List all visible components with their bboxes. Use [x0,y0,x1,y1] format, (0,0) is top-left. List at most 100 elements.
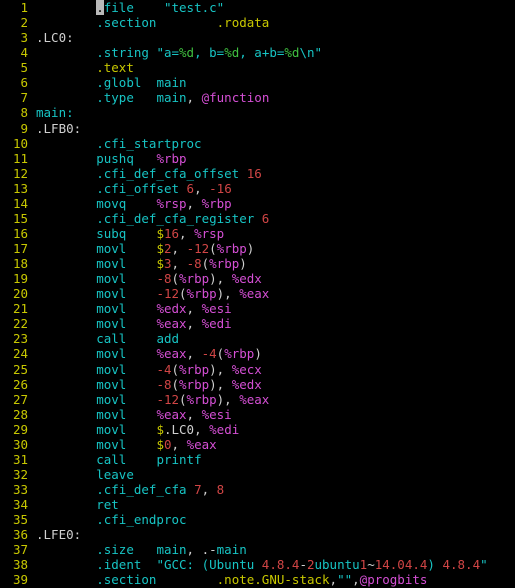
code-line-text[interactable]: .section .rodata [36,15,515,30]
code-token: .LFE0: [36,527,82,543]
code-line-text[interactable]: movq %rsp, %rbp [36,196,515,211]
code-line-text[interactable]: movl -4(%rbp), %ecx [36,362,515,377]
code-line-text[interactable]: .cfi_endproc [36,512,515,527]
code-line-text[interactable]: pushq %rbp [36,151,515,166]
gutter-gap [28,60,36,75]
code-line[interactable]: 27 movl -12(%rbp), %eax [0,392,515,407]
code-line[interactable]: 18 movl $3, -8(%rbp) [0,256,515,271]
code-line-text[interactable]: .cfi_def_cfa_register 6 [36,211,515,226]
code-line-text[interactable]: .globl main [36,75,515,90]
code-line[interactable]: 10 .cfi_startproc [0,136,515,151]
code-line[interactable]: 31 call printf [0,452,515,467]
code-line-text[interactable]: .LFE0: [36,527,515,542]
code-line[interactable]: 8 main: [0,105,515,120]
code-line[interactable]: 17 movl $2, -12(%rbp) [0,241,515,256]
code-line[interactable]: 11 pushq %rbp [0,151,515,166]
code-line-text[interactable]: movl -12(%rbp), %eax [36,286,515,301]
code-line-text[interactable]: movl %eax, %edi [36,316,515,331]
code-line-text[interactable]: movl %edx, %esi [36,301,515,316]
code-line[interactable]: 39 .section .note.GNU-stack,"",@progbits [0,572,515,587]
code-line-text[interactable]: .cfi_startproc [36,136,515,151]
code-line[interactable]: 36 .LFE0: [0,527,515,542]
code-line-text[interactable]: movl %eax, %esi [36,407,515,422]
code-line-text[interactable]: main: [36,105,515,120]
code-line-text[interactable]: movl -8(%rbp), %edx [36,271,515,286]
code-token: main: [36,105,74,121]
code-line-text[interactable]: movl $0, %eax [36,437,515,452]
code-line-text[interactable]: movl %eax, -4(%rbp) [36,346,515,361]
code-line[interactable]: 23 call add [0,331,515,346]
code-line-text[interactable]: .file "test.c" [36,0,515,15]
code-line[interactable]: 21 movl %edx, %esi [0,301,515,316]
code-line[interactable]: 7 .type main, @function [0,90,515,105]
code-line-text[interactable]: .LFB0: [36,121,515,136]
code-listing[interactable]: 1 .file "test.c" 2 .section .rodata 3 .LC0… [0,0,515,587]
code-line[interactable]: 38 .ident "GCC: (Ubuntu 4.8.4-2ubuntu1~1… [0,557,515,572]
code-line-text[interactable]: subq $16, %rsp [36,226,515,241]
code-token: .cfi_endproc [96,512,187,528]
code-line-text[interactable]: movl -12(%rbp), %eax [36,392,515,407]
code-line[interactable]: 2 .section .rodata [0,15,515,30]
code-line-text[interactable]: movl $3, -8(%rbp) [36,256,515,271]
code-token: , [171,241,187,256]
code-line[interactable]: 37 .size main, .-main [0,542,515,557]
code-line[interactable]: 4 .string "a=%d, b=%d, a+b=%d\n" [0,45,515,60]
code-line[interactable]: 20 movl -12(%rbp), %eax [0,286,515,301]
code-line[interactable]: 3 .LC0: [0,30,515,45]
code-line[interactable]: 24 movl %eax, -4(%rbp) [0,346,515,361]
code-line-text[interactable]: .section .note.GNU-stack,"",@progbits [36,572,515,587]
code-line-text[interactable]: ret [36,497,515,512]
code-token: ( [179,391,187,407]
code-line[interactable]: 1 .file "test.c" [0,0,515,15]
code-line[interactable]: 15 .cfi_def_cfa_register 6 [0,211,515,226]
code-line-text[interactable]: .type main, @function [36,90,515,105]
code-line[interactable]: 28 movl %eax, %esi [0,407,515,422]
code-line-text[interactable]: .cfi_def_cfa 7, 8 [36,482,515,497]
code-line-text[interactable]: .cfi_def_cfa_offset 16 [36,166,515,181]
code-line[interactable]: 14 movq %rsp, %rbp [0,196,515,211]
code-line-text[interactable]: movl $.LC0, %edi [36,422,515,437]
code-line[interactable]: 30 movl $0, %eax [0,437,515,452]
code-line[interactable]: 35 .cfi_endproc [0,512,515,527]
code-line-text[interactable]: movl -8(%rbp), %edx [36,377,515,392]
code-line[interactable]: 13 .cfi_offset 6, -16 [0,181,515,196]
code-line[interactable]: 29 movl $.LC0, %edi [0,422,515,437]
code-line[interactable]: 33 .cfi_def_cfa 7, 8 [0,482,515,497]
line-number: 4 [20,45,28,61]
code-line[interactable]: 16 subq $16, %rsp [0,226,515,241]
code-line[interactable]: 6 .globl main [0,75,515,90]
code-line[interactable]: 34 ret [0,497,515,512]
code-line-text[interactable]: call add [36,331,515,346]
code-line-text[interactable]: movl $2, -12(%rbp) [36,241,515,256]
code-line-text[interactable]: .size main, .-main [36,542,515,557]
code-line[interactable]: 26 movl -8(%rbp), %edx [0,377,515,392]
code-line[interactable]: 19 movl -8(%rbp), %edx [0,271,515,286]
code-line-text[interactable]: .string "a=%d, b=%d, a+b=%d\n" [36,45,515,60]
code-line[interactable]: 25 movl -4(%rbp), %ecx [0,362,515,377]
code-token: %rbp [179,376,210,392]
code-token: 4.8.4 [442,557,481,573]
code-token: %edi [201,316,232,332]
code-line-text[interactable]: call printf [36,452,515,467]
code-line[interactable]: 32 leave [0,467,515,482]
code-line[interactable]: 12 .cfi_def_cfa_offset 16 [0,166,515,181]
code-line[interactable]: 22 movl %eax, %edi [0,316,515,331]
code-line[interactable]: 9 .LFB0: [0,121,515,136]
code-line-text[interactable]: leave [36,467,515,482]
code-editor-pane[interactable]: 1 .file "test.c" 2 .section .rodata 3 .LC0… [0,0,515,588]
code-line-text[interactable]: .ident "GCC: (Ubuntu 4.8.4-2ubuntu1~14.0… [36,557,515,572]
code-token: - [299,557,307,573]
code-token: -8 [156,271,172,287]
code-line-text[interactable]: .LC0: [36,30,515,45]
code-token: %edx [231,376,262,392]
line-number: 36 [12,527,28,543]
code-line[interactable]: 5 .text [0,60,515,75]
gutter-gap [28,482,36,497]
code-line-text[interactable]: .text [36,60,515,75]
code-line-text[interactable]: .cfi_offset 6, -16 [36,181,515,196]
